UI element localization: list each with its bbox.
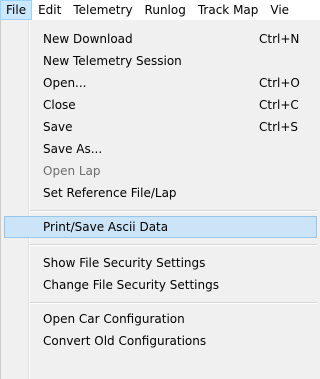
menu-item-label: New Telemetry Session (43, 54, 182, 68)
menu-file[interactable]: File (0, 0, 33, 20)
file-dropdown-menu: New Download Ctrl+N New Telemetry Sessio… (0, 20, 320, 379)
menu-item-change-file-security-settings[interactable]: Change File Security Settings (4, 274, 317, 296)
menu-runlog[interactable]: Runlog (139, 0, 192, 20)
menu-item-set-reference-file-lap[interactable]: Set Reference File/Lap (4, 182, 317, 204)
menu-item-show-file-security-settings[interactable]: Show File Security Settings (4, 252, 317, 274)
menu-item-shortcut: Ctrl+O (259, 76, 300, 90)
menu-item-save[interactable]: Save Ctrl+S (4, 116, 317, 138)
menu-item-open-lap: Open Lap (4, 160, 317, 182)
menu-item-label: Save (43, 120, 73, 134)
menu-item-close[interactable]: Close Ctrl+C (4, 94, 317, 116)
menu-edit[interactable]: Edit (32, 0, 67, 20)
menu-separator (30, 244, 317, 246)
menu-item-print-save-ascii-data[interactable]: Print/Save Ascii Data (4, 216, 317, 238)
menu-telemetry[interactable]: Telemetry (67, 0, 138, 20)
menu-item-label: Set Reference File/Lap (43, 186, 177, 200)
menu-track-map[interactable]: Track Map (192, 0, 265, 20)
menu-separator (30, 210, 317, 212)
menu-item-label: Close (43, 98, 76, 112)
menu-item-label: Open Car Configuration (43, 312, 185, 326)
menu-view[interactable]: Vie (264, 0, 295, 20)
menu-separator (30, 302, 317, 304)
menu-item-open[interactable]: Open... Ctrl+O (4, 72, 317, 94)
menu-item-shortcut: Ctrl+N (259, 32, 300, 46)
menu-item-open-car-configuration[interactable]: Open Car Configuration (4, 308, 317, 330)
menu-bar: File Edit Telemetry Runlog Track Map Vie (0, 0, 320, 20)
menu-item-new-download[interactable]: New Download Ctrl+N (4, 28, 317, 50)
menu-item-label: Save As... (43, 142, 103, 156)
menu-item-label: Open Lap (43, 164, 101, 178)
menu-item-shortcut: Ctrl+S (259, 120, 299, 134)
menu-item-label: Print/Save Ascii Data (43, 220, 169, 234)
menu-item-shortcut: Ctrl+C (259, 98, 299, 112)
menu-item-label: New Download (43, 32, 133, 46)
menu-item-label: Convert Old Configurations (43, 334, 207, 348)
menu-item-label: Open... (43, 76, 87, 90)
menu-item-label: Show File Security Settings (43, 256, 206, 270)
menu-item-new-telemetry-session[interactable]: New Telemetry Session (4, 50, 317, 72)
menu-item-label: Change File Security Settings (43, 278, 219, 292)
menu-item-convert-old-configurations[interactable]: Convert Old Configurations (4, 330, 317, 352)
menu-item-save-as[interactable]: Save As... (4, 138, 317, 160)
